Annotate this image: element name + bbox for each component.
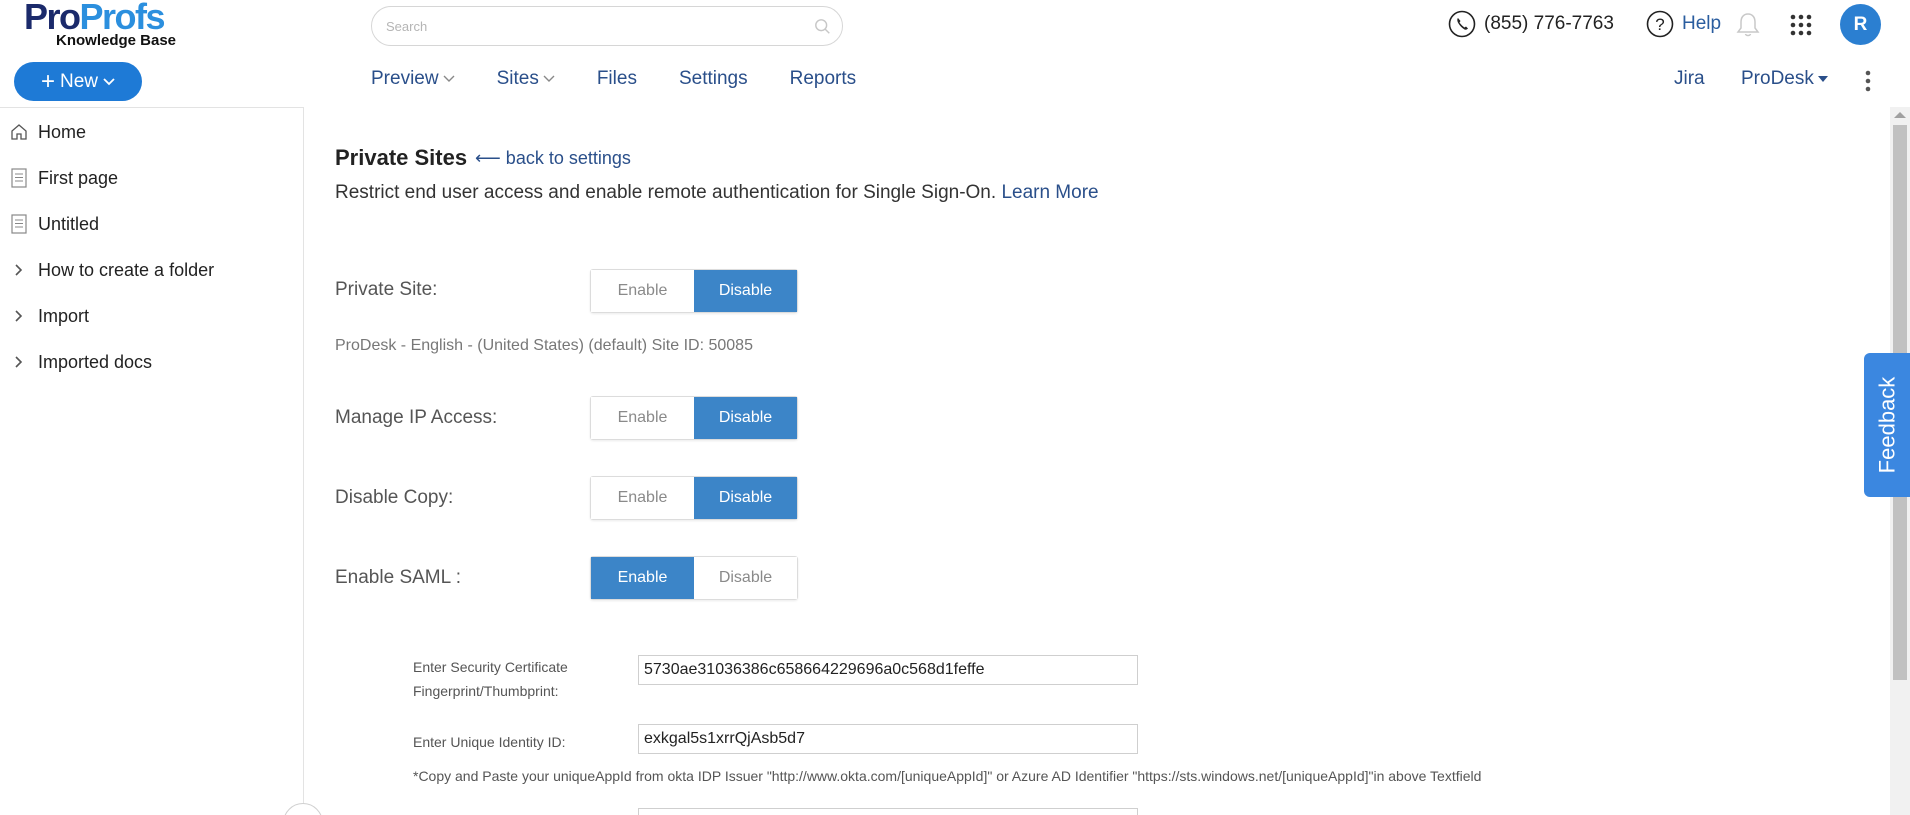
help-link[interactable]: ? Help bbox=[1646, 10, 1721, 38]
enable-saml-label: Enable SAML : bbox=[335, 567, 462, 588]
more-options-icon[interactable] bbox=[1865, 70, 1871, 92]
new-button-label: New bbox=[60, 70, 99, 92]
private-site-enable-button[interactable]: Enable bbox=[591, 270, 694, 312]
plus-icon: + bbox=[40, 67, 55, 95]
chevron-down-icon bbox=[543, 75, 555, 82]
disable-copy-enable-button[interactable]: Enable bbox=[591, 477, 694, 519]
certificate-label-line2: Fingerprint/Thumbprint: bbox=[413, 683, 559, 699]
saml-enable-button[interactable]: Enable bbox=[591, 557, 694, 599]
sidebar-item-import[interactable]: Import bbox=[0, 301, 89, 331]
page-icon bbox=[11, 168, 27, 188]
sidebar-item-how-to-create-a-folder[interactable]: How to create a folder bbox=[0, 255, 214, 285]
sidebar-item-label: How to create a folder bbox=[38, 259, 215, 280]
nav-reports[interactable]: Reports bbox=[790, 68, 857, 90]
sidebar-item-label: Import bbox=[38, 305, 90, 326]
sidebar-item-label: First page bbox=[38, 167, 119, 188]
sidebar-item-home[interactable]: Home bbox=[0, 117, 86, 147]
user-avatar[interactable]: R bbox=[1840, 4, 1881, 45]
next-input-field[interactable] bbox=[638, 808, 1138, 815]
logo-subtitle: Knowledge Base bbox=[56, 32, 177, 49]
nav-files[interactable]: Files bbox=[597, 68, 637, 90]
sidebar-item-first-page[interactable]: First page bbox=[0, 163, 118, 193]
sidebar-item-untitled[interactable]: Untitled bbox=[0, 209, 99, 239]
sidebar-item-label: Untitled bbox=[38, 213, 100, 234]
private-site-toggle: Enable Disable bbox=[590, 269, 798, 313]
chevron-down-icon bbox=[103, 77, 115, 85]
chevron-right-icon[interactable] bbox=[15, 310, 23, 322]
page-title: Private Sites bbox=[335, 145, 468, 170]
caret-down-icon bbox=[1817, 76, 1828, 82]
chevron-down-icon bbox=[443, 75, 455, 82]
nav-sites-label: Sites bbox=[496, 68, 539, 89]
chevron-right-icon[interactable] bbox=[15, 356, 23, 368]
feedback-tab[interactable]: Feedback bbox=[1864, 353, 1910, 497]
nav-prodesk-label: ProDesk bbox=[1741, 68, 1814, 89]
sidebar-item-imported-docs[interactable]: Imported docs bbox=[0, 347, 152, 377]
certificate-label: Enter Security Certificate Fingerprint/T… bbox=[413, 655, 568, 703]
sidebar-item-label: Home bbox=[38, 121, 87, 142]
enable-saml-toggle: Enable Disable bbox=[590, 556, 798, 600]
app-root: ProProfs Knowledge Base (855) 776-7763 ?… bbox=[0, 0, 1910, 815]
phone-icon bbox=[1448, 10, 1476, 38]
disable-copy-disable-button[interactable]: Disable bbox=[694, 477, 797, 519]
disable-copy-label: Disable Copy: bbox=[335, 487, 454, 508]
scroll-up-arrow-icon[interactable] bbox=[1894, 112, 1906, 118]
page-icon bbox=[11, 214, 27, 234]
private-site-disable-button[interactable]: Disable bbox=[694, 270, 797, 312]
phone-contact[interactable]: (855) 776-7763 bbox=[1448, 10, 1614, 38]
manage-ip-disable-button[interactable]: Disable bbox=[694, 397, 797, 439]
identity-id-input[interactable] bbox=[638, 724, 1138, 754]
manage-ip-access-label: Manage IP Access: bbox=[335, 407, 498, 428]
page-description: Restrict end user access and enable remo… bbox=[335, 182, 1099, 204]
disable-copy-toggle: Enable Disable bbox=[590, 476, 798, 520]
help-label: Help bbox=[1682, 13, 1722, 34]
chevron-right-icon[interactable] bbox=[15, 264, 23, 276]
sidebar: Home First page Untitled How to create a… bbox=[0, 107, 304, 815]
nav-preview-label: Preview bbox=[371, 68, 439, 89]
saml-disable-button[interactable]: Disable bbox=[694, 557, 797, 599]
nav-preview[interactable]: Preview bbox=[371, 68, 455, 90]
top-navigation: Preview Sites Files Settings Reports bbox=[371, 68, 898, 90]
apps-grid-icon[interactable] bbox=[1790, 14, 1812, 36]
back-to-settings-link[interactable]: ⟵ back to settings bbox=[475, 148, 631, 169]
identity-id-label: Enter Unique Identity ID: bbox=[413, 734, 566, 750]
saml-instructions-note: *Copy and Paste your uniqueAppId from ok… bbox=[413, 768, 1482, 784]
sidebar-item-label: Imported docs bbox=[38, 351, 153, 372]
new-button[interactable]: + New bbox=[14, 62, 142, 101]
feedback-label: Feedback bbox=[1874, 376, 1899, 474]
nav-jira[interactable]: Jira bbox=[1674, 68, 1705, 90]
phone-number: (855) 776-7763 bbox=[1484, 13, 1614, 34]
learn-more-link[interactable]: Learn More bbox=[1001, 182, 1098, 203]
search-input[interactable] bbox=[386, 7, 786, 45]
search-icon[interactable] bbox=[814, 18, 832, 36]
certificate-fingerprint-input[interactable] bbox=[638, 655, 1138, 685]
search-box bbox=[371, 6, 843, 46]
bell-icon[interactable] bbox=[1736, 12, 1760, 38]
home-icon bbox=[11, 124, 27, 140]
proprofs-logo[interactable]: ProProfs Knowledge Base bbox=[24, 0, 194, 49]
manage-ip-enable-button[interactable]: Enable bbox=[591, 397, 694, 439]
nav-settings[interactable]: Settings bbox=[679, 68, 748, 90]
svg-text:?: ? bbox=[1655, 15, 1664, 34]
certificate-label-line1: Enter Security Certificate bbox=[413, 659, 568, 675]
question-circle-icon: ? bbox=[1646, 10, 1674, 38]
manage-ip-access-toggle: Enable Disable bbox=[590, 396, 798, 440]
private-site-label: Private Site: bbox=[335, 279, 438, 300]
nav-prodesk[interactable]: ProDesk bbox=[1741, 68, 1828, 90]
nav-sites[interactable]: Sites bbox=[497, 68, 555, 90]
description-text: Restrict end user access and enable remo… bbox=[335, 182, 997, 203]
site-info: ProDesk - English - (United States) (def… bbox=[335, 337, 753, 354]
